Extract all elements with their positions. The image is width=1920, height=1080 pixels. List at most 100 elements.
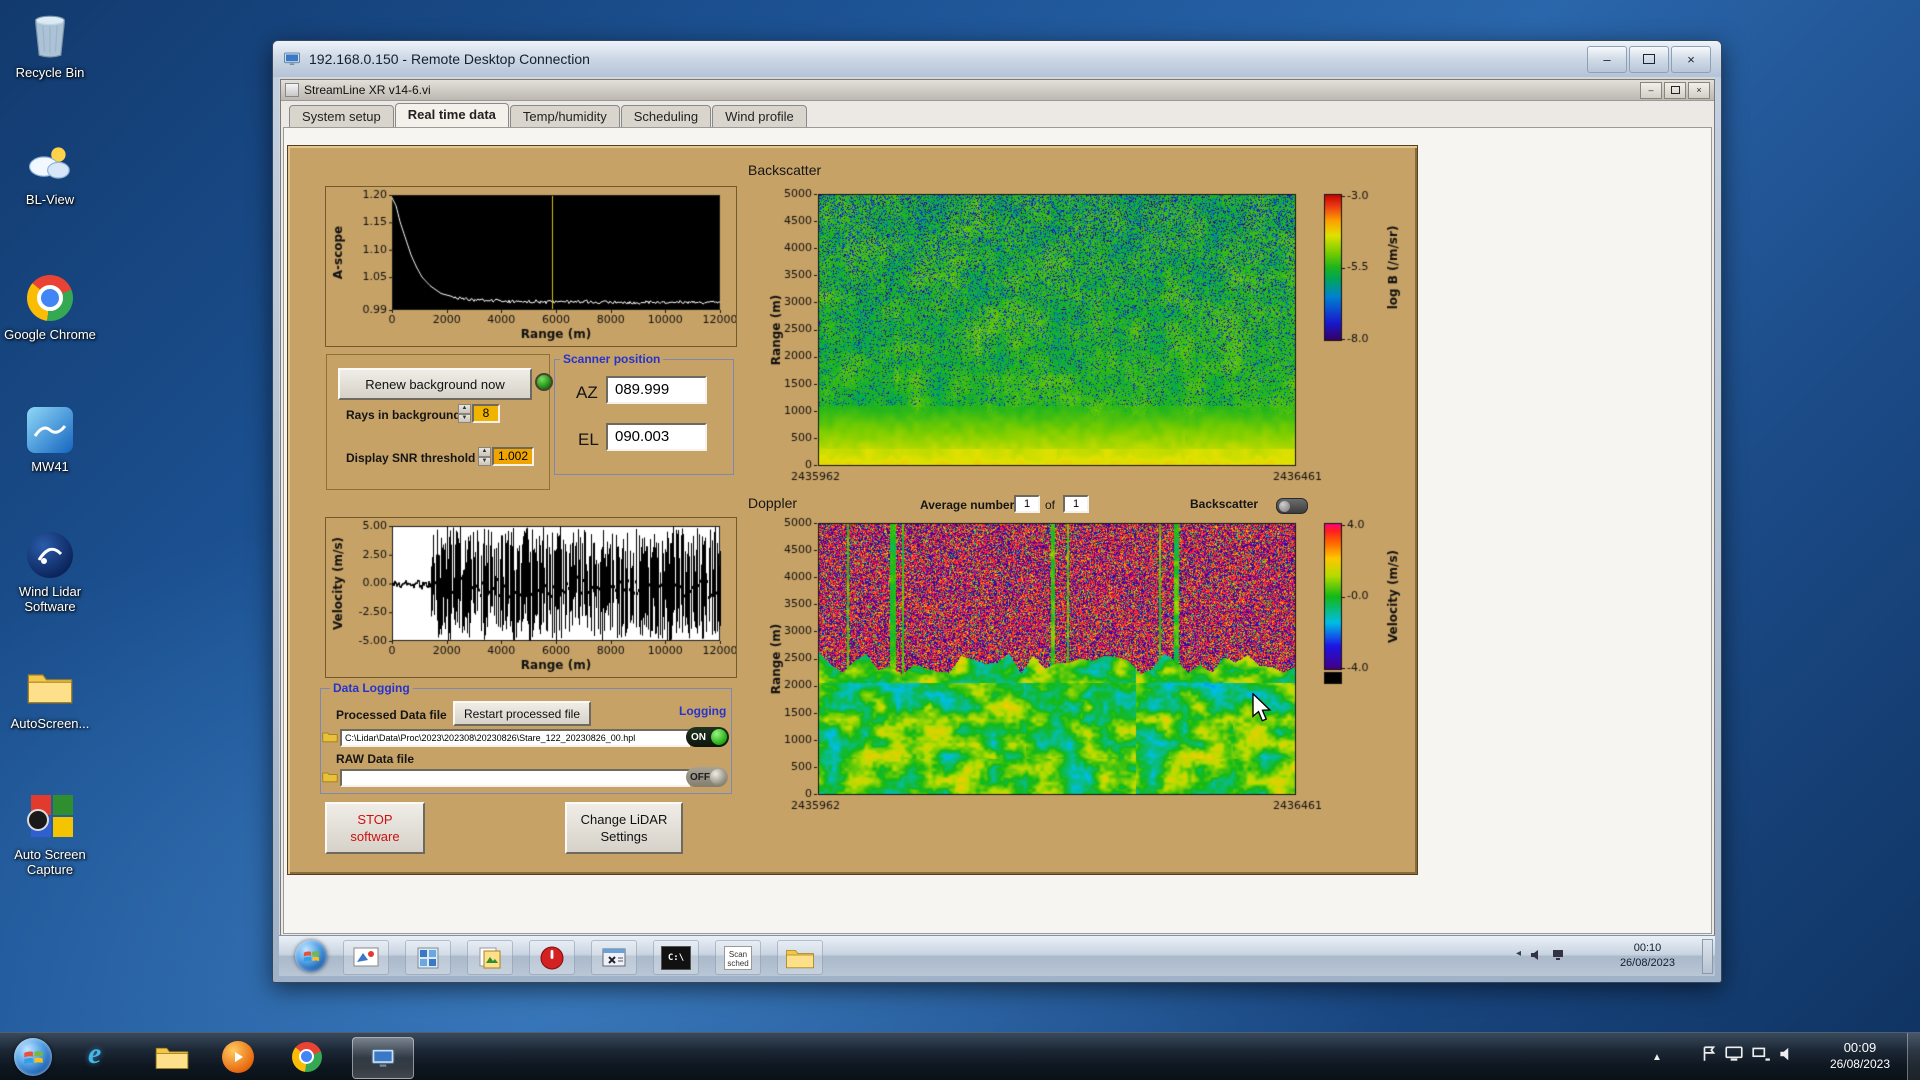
internet-explorer-icon[interactable]: e <box>88 1037 101 1071</box>
backscatter-section-title: Backscatter <box>748 162 822 178</box>
paint-icon[interactable] <box>343 940 389 975</box>
chrome-taskbar-icon[interactable] <box>292 1042 322 1072</box>
az-label: AZ <box>576 383 598 402</box>
tab-real-time-data[interactable]: Real time data <box>394 103 509 129</box>
background-led <box>535 373 553 391</box>
stop-line2: software <box>350 829 400 844</box>
desktop-icon-google-chrome[interactable]: Google Chrome <box>4 272 96 342</box>
restart-button-label: Restart processed file <box>463 706 581 721</box>
volume-icon[interactable] <box>1529 948 1543 962</box>
mw41-icon <box>24 404 76 456</box>
start-button[interactable] <box>14 1038 52 1076</box>
tab-temp-humidity[interactable]: Temp/humidity <box>509 105 620 128</box>
rdp-minimize-button[interactable]: – <box>1587 45 1627 73</box>
rdp-app-icon <box>371 1048 395 1067</box>
backscatter-toggle[interactable] <box>1276 498 1308 514</box>
ascope-plot <box>325 186 737 347</box>
desktop-icon-wind-lidar[interactable]: Wind Lidar Software <box>4 529 96 614</box>
tray-icons <box>1701 1045 1794 1063</box>
app-title-text: StreamLine XR v14-6.vi <box>304 83 431 97</box>
folder-icon[interactable] <box>777 940 823 975</box>
app-titlebar[interactable]: StreamLine XR v14-6.vi – × <box>281 80 1714 101</box>
volume-status-icon[interactable] <box>1778 1045 1794 1063</box>
power-button-icon[interactable] <box>529 940 575 975</box>
app-restore-button[interactable] <box>1664 81 1686 99</box>
on-label: ON <box>691 731 706 743</box>
command-prompt-icon[interactable]: C:\ <box>653 940 699 975</box>
desktop-icon-bl-view[interactable]: BL-View <box>4 137 96 207</box>
rdp-title-text: 192.168.0.150 - Remote Desktop Connectio… <box>309 51 590 67</box>
processed-path-field[interactable]: C:\Lidar\Data\Proc\2023\202308\20230826\… <box>340 729 690 747</box>
restart-processed-file-button[interactable]: Restart processed file <box>453 701 591 726</box>
desktop-icon-autoscreen-folder[interactable]: AutoScreen... <box>4 661 96 731</box>
rays-value-field[interactable]: 8 <box>472 404 500 423</box>
raw-logging-toggle[interactable]: OFF <box>686 767 728 787</box>
change-line2: Settings <box>600 829 648 844</box>
rdp-close-button[interactable]: × <box>1671 45 1711 73</box>
host-clock-time: 00:09 <box>1843 1040 1877 1055</box>
network-status-icon[interactable] <box>1751 1045 1771 1063</box>
el-value-field[interactable]: 090.003 <box>606 423 707 451</box>
xr-app-window-icon[interactable] <box>591 940 637 975</box>
remote-taskbar: C:\ Scan sched ◂ 00:10 26/08/2023 <box>279 935 1715 976</box>
remote-session-icon[interactable] <box>1724 1045 1744 1063</box>
action-center-flag-icon[interactable] <box>1701 1045 1717 1063</box>
snr-value-field[interactable]: 1.002 <box>492 447 534 466</box>
stop-line1: STOP <box>357 812 393 827</box>
el-label: EL <box>578 430 599 449</box>
rdp-titlebar[interactable]: 192.168.0.150 - Remote Desktop Connectio… <box>273 41 1721 77</box>
doppler-section-title: Doppler <box>748 495 798 511</box>
desktop: Recycle Bin BL-View Google Chrome MW41 W <box>0 0 1920 1080</box>
az-value-field[interactable]: 089.999 <box>606 376 707 404</box>
show-desktop-button[interactable] <box>1907 1033 1920 1080</box>
processed-path-browse-icon[interactable] <box>322 730 338 749</box>
remote-start-button[interactable] <box>295 940 327 972</box>
app-minimize-button[interactable]: – <box>1640 81 1662 99</box>
network-icon[interactable] <box>1551 948 1567 962</box>
snr-threshold-label: Display SNR threshold <box>346 451 476 465</box>
media-player-icon[interactable] <box>222 1041 254 1073</box>
backscatter-toggle-label: Backscatter <box>1190 497 1259 511</box>
processed-logging-toggle[interactable]: ON <box>686 727 729 747</box>
icon-label: Wind Lidar Software <box>18 584 82 614</box>
average-number-label: Average number <box>920 498 1015 512</box>
tab-wind-profile[interactable]: Wind profile <box>712 105 807 128</box>
remote-clock[interactable]: 00:10 26/08/2023 <box>1620 941 1675 971</box>
rdp-taskbar-button[interactable] <box>352 1037 414 1079</box>
desktop-icon-recycle-bin[interactable]: Recycle Bin <box>4 10 96 80</box>
tab-system-setup[interactable]: System setup <box>289 105 394 128</box>
icon-label: Recycle Bin <box>15 65 85 80</box>
app-icon <box>285 83 299 97</box>
app-close-button[interactable]: × <box>1688 81 1710 99</box>
renew-background-button[interactable]: Renew background now <box>338 368 532 400</box>
host-clock-date: 26/08/2023 <box>1829 1057 1890 1071</box>
image-viewer-icon[interactable] <box>467 940 513 975</box>
recycle-bin-icon <box>24 10 76 62</box>
explorer-folder-icon[interactable] <box>154 1043 190 1076</box>
remote-show-desktop-button[interactable] <box>1702 939 1713 974</box>
remote-clock-date: 26/08/2023 <box>1619 957 1675 969</box>
icon-label: Auto Screen Capture <box>14 847 86 877</box>
host-clock[interactable]: 00:09 26/08/2023 <box>1830 1040 1890 1072</box>
average-number-field[interactable]: 1 <box>1014 495 1040 513</box>
average-count-field[interactable]: 1 <box>1063 495 1089 513</box>
change-lidar-settings-button[interactable]: Change LiDAR Settings <box>565 802 683 854</box>
tray-expand-arrow[interactable]: ▲ <box>1646 1043 1668 1071</box>
chrome-icon <box>24 272 76 324</box>
scan-scheduler-icon[interactable]: Scan sched <box>715 940 761 975</box>
rdp-session-desktop: StreamLine XR v14-6.vi – × System setup … <box>279 77 1715 976</box>
snr-spinner[interactable]: ▲ ▼ <box>478 447 491 466</box>
rdp-maximize-button[interactable] <box>1629 45 1669 73</box>
hidden-icons-arrow[interactable]: ◂ <box>1516 948 1521 962</box>
rays-spinner[interactable]: ▲ ▼ <box>458 404 471 423</box>
desktop-icon-mw41[interactable]: MW41 <box>4 404 96 474</box>
raw-path-field[interactable] <box>340 769 690 787</box>
stop-software-button[interactable]: STOP software <box>325 802 425 854</box>
tab-scheduling[interactable]: Scheduling <box>620 105 712 128</box>
change-line1: Change LiDAR <box>580 812 668 827</box>
wind-lidar-icon <box>24 529 76 581</box>
app-grid-icon[interactable] <box>405 940 451 975</box>
raw-data-file-label: RAW Data file <box>336 752 415 766</box>
raw-path-browse-icon[interactable] <box>322 770 338 789</box>
desktop-icon-auto-screen-capture[interactable]: Auto Screen Capture <box>4 792 96 877</box>
